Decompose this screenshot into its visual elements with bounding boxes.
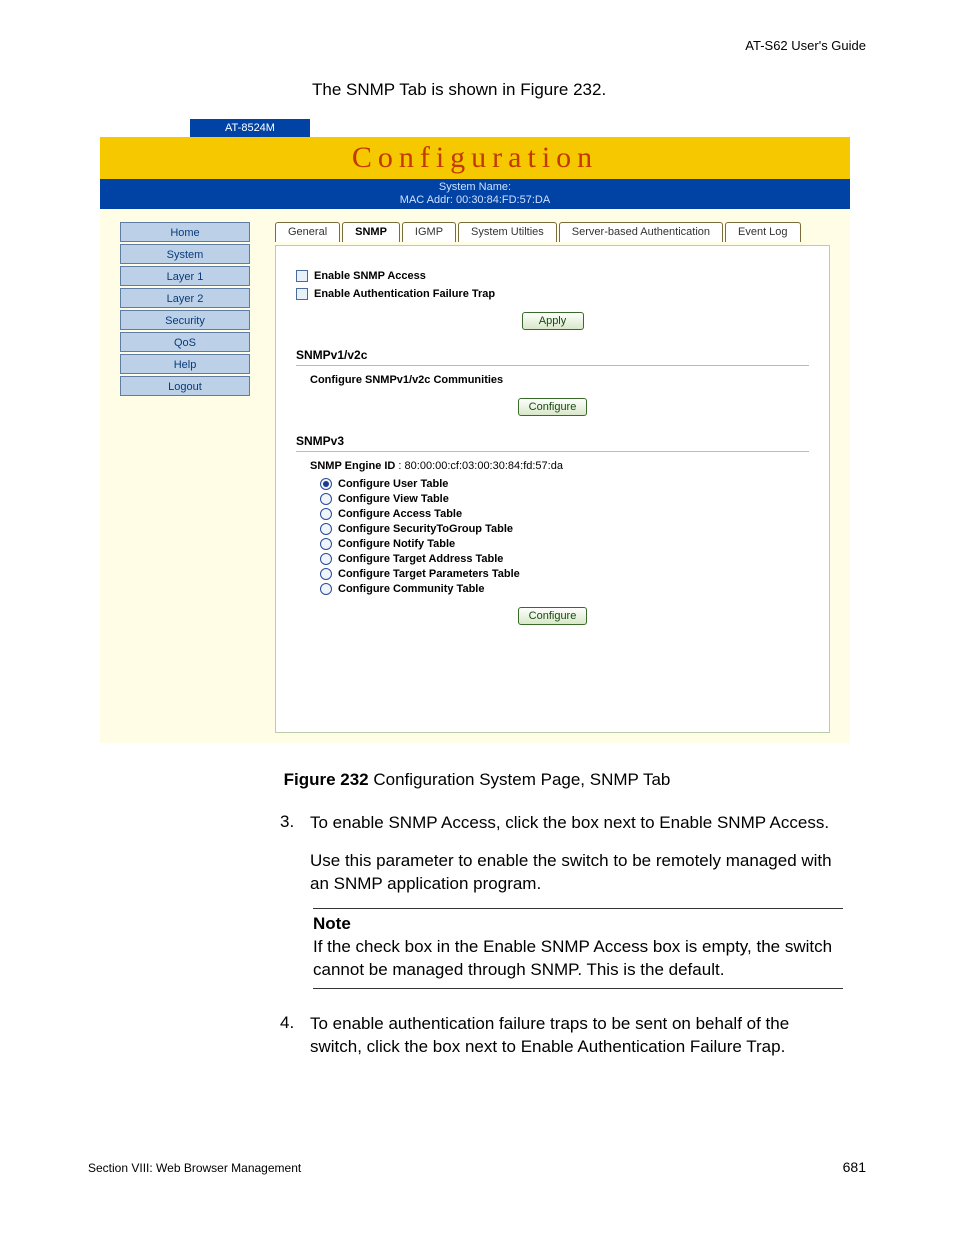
- apply-button[interactable]: Apply: [522, 312, 584, 330]
- side-nav: Home System Layer 1 Layer 2 Security QoS…: [120, 222, 250, 398]
- enable-snmp-label: Enable SNMP Access: [314, 270, 426, 282]
- nav-layer2[interactable]: Layer 2: [120, 288, 250, 308]
- radio-label: Configure Community Table: [338, 583, 484, 595]
- main-panel: Enable SNMP Access Enable Authentication…: [275, 245, 830, 733]
- tab-event-log[interactable]: Event Log: [725, 222, 801, 242]
- nav-home[interactable]: Home: [120, 222, 250, 242]
- radio-label: Configure SecurityToGroup Table: [338, 523, 513, 535]
- radio-label: Configure Access Table: [338, 508, 462, 520]
- embedded-screenshot: AT-8524M Configuration System Name: MAC …: [100, 115, 850, 743]
- enable-snmp-row: Enable SNMP Access: [296, 270, 809, 282]
- radio-icon[interactable]: [320, 508, 332, 520]
- nav-logout[interactable]: Logout: [120, 376, 250, 396]
- mac-address-label: MAC Addr: 00:30:84:FD:57:DA: [100, 194, 850, 207]
- snmpv1-heading: SNMPv1/v2c: [296, 344, 809, 366]
- configure-v3-button[interactable]: Configure: [518, 607, 588, 625]
- figure-text: Configuration System Page, SNMP Tab: [369, 770, 671, 789]
- radio-label: Configure User Table: [338, 478, 448, 490]
- note-text: If the check box in the Enable SNMP Acce…: [313, 936, 843, 982]
- system-name-label: System Name:: [100, 181, 850, 194]
- tab-snmp[interactable]: SNMP: [342, 222, 400, 242]
- nav-system[interactable]: System: [120, 244, 250, 264]
- note-block: Note If the check box in the Enable SNMP…: [313, 908, 843, 989]
- doc-header: AT-S62 User's Guide: [745, 38, 866, 53]
- radio-icon[interactable]: [320, 493, 332, 505]
- snmpv1-sublabel: Configure SNMPv1/v2c Communities: [310, 374, 809, 386]
- radio-label: Configure Target Address Table: [338, 553, 503, 565]
- nav-help[interactable]: Help: [120, 354, 250, 374]
- engine-id-row: SNMP Engine ID : 80:00:00:cf:03:00:30:84…: [310, 460, 809, 472]
- radio-icon[interactable]: [320, 538, 332, 550]
- engine-id-label: SNMP Engine ID: [310, 460, 395, 472]
- tab-strip: General SNMP IGMP System Utilties Server…: [275, 222, 803, 242]
- tab-igmp[interactable]: IGMP: [402, 222, 456, 242]
- radio-icon[interactable]: [320, 478, 332, 490]
- radio-icon[interactable]: [320, 583, 332, 595]
- step4-text: To enable authentication failure traps t…: [310, 1013, 845, 1059]
- radio-label: Configure Notify Table: [338, 538, 455, 550]
- radio-access-table[interactable]: Configure Access Table: [320, 508, 809, 520]
- step3-text2: Use this parameter to enable the switch …: [310, 850, 845, 896]
- footer-section: Section VIII: Web Browser Management: [88, 1161, 301, 1175]
- radio-notify-table[interactable]: Configure Notify Table: [320, 538, 809, 550]
- radio-icon[interactable]: [320, 523, 332, 535]
- step3-number: 3.: [280, 812, 294, 832]
- radio-security-group[interactable]: Configure SecurityToGroup Table: [320, 523, 809, 535]
- enable-auth-trap-checkbox[interactable]: [296, 288, 308, 300]
- tab-server-auth[interactable]: Server-based Authentication: [559, 222, 723, 242]
- step3-text1: To enable SNMP Access, click the box nex…: [310, 812, 845, 835]
- nav-qos[interactable]: QoS: [120, 332, 250, 352]
- note-label: Note: [313, 913, 843, 936]
- radio-icon[interactable]: [320, 553, 332, 565]
- figure-number: Figure 232: [284, 770, 369, 789]
- radio-icon[interactable]: [320, 568, 332, 580]
- figure-caption: Figure 232 Configuration System Page, SN…: [0, 770, 954, 790]
- system-info-bar: System Name: MAC Addr: 00:30:84:FD:57:DA: [100, 179, 850, 209]
- configure-v1-button[interactable]: Configure: [518, 398, 588, 416]
- radio-target-params[interactable]: Configure Target Parameters Table: [320, 568, 809, 580]
- snmpv3-heading: SNMPv3: [296, 430, 809, 452]
- configure-v3-row: Configure: [296, 607, 809, 625]
- step4-number: 4.: [280, 1013, 294, 1033]
- radio-user-table[interactable]: Configure User Table: [320, 478, 809, 490]
- radio-label: Configure View Table: [338, 493, 449, 505]
- radio-community-table[interactable]: Configure Community Table: [320, 583, 809, 595]
- page-title: Configuration: [100, 137, 850, 179]
- tab-general[interactable]: General: [275, 222, 340, 242]
- enable-auth-trap-row: Enable Authentication Failure Trap: [296, 288, 809, 300]
- enable-snmp-checkbox[interactable]: [296, 270, 308, 282]
- radio-label: Configure Target Parameters Table: [338, 568, 520, 580]
- radio-target-address[interactable]: Configure Target Address Table: [320, 553, 809, 565]
- nav-security[interactable]: Security: [120, 310, 250, 330]
- model-label: AT-8524M: [190, 119, 310, 138]
- nav-layer1[interactable]: Layer 1: [120, 266, 250, 286]
- engine-id-value: : 80:00:00:cf:03:00:30:84:fd:57:da: [395, 460, 563, 472]
- footer-page-number: 681: [843, 1159, 866, 1175]
- radio-view-table[interactable]: Configure View Table: [320, 493, 809, 505]
- apply-row: Apply: [296, 312, 809, 330]
- enable-auth-trap-label: Enable Authentication Failure Trap: [314, 288, 495, 300]
- configure-v1-row: Configure: [296, 398, 809, 416]
- tab-system-utilities[interactable]: System Utilties: [458, 222, 557, 242]
- intro-text: The SNMP Tab is shown in Figure 232.: [312, 80, 606, 100]
